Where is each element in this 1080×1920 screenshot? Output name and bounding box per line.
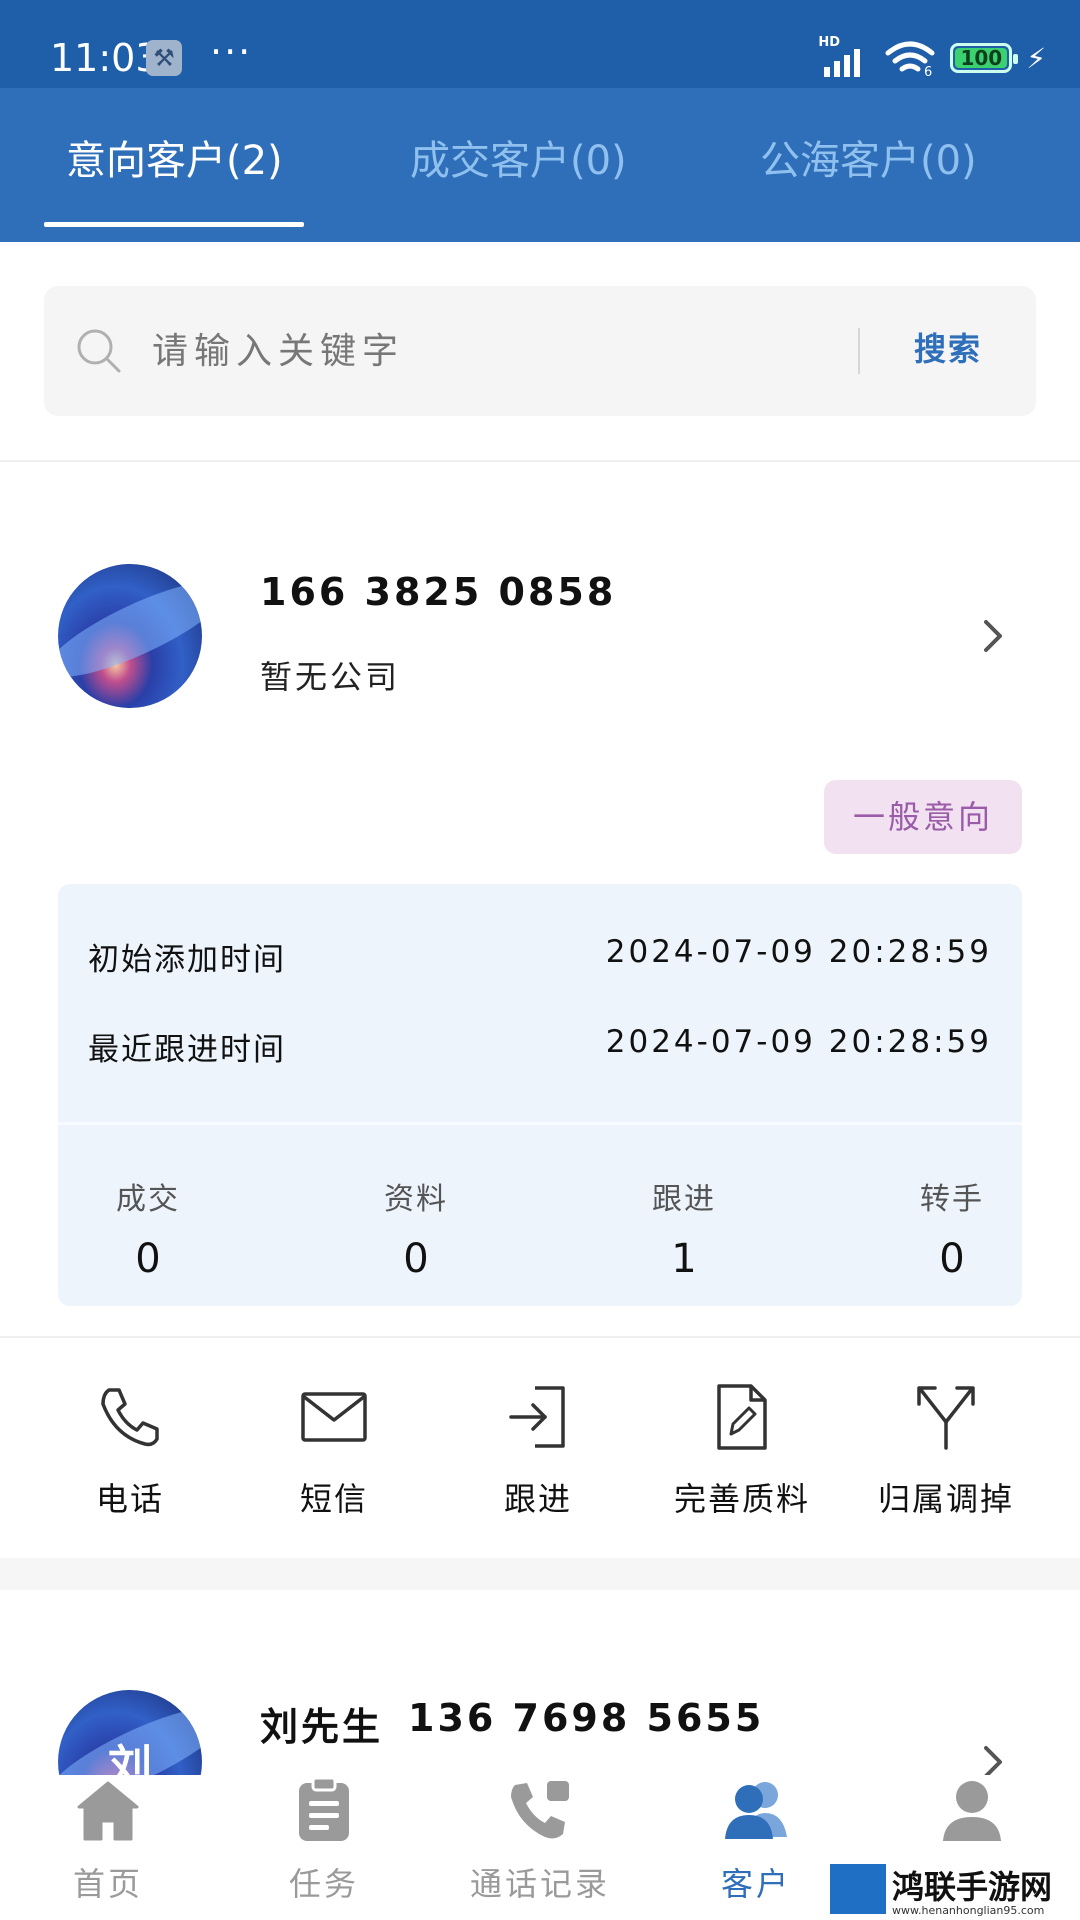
nav-profile[interactable] [872, 1775, 1072, 1859]
avatar [58, 564, 202, 708]
search-input[interactable] [152, 320, 852, 382]
stat-deal: 成交 0 [58, 1174, 238, 1282]
envelope-icon [301, 1392, 367, 1442]
tab-public-customers[interactable]: 公海客户(0) [760, 128, 977, 186]
nav-customers[interactable]: 客户 [656, 1775, 856, 1905]
battery-icon: 100 [950, 43, 1019, 73]
nav-call-log[interactable]: 通话记录 [440, 1775, 640, 1905]
stat-label: 转手 [920, 1182, 984, 1217]
call-button[interactable]: 电话 [30, 1382, 230, 1520]
watermark: 鸿联手游网 www.henanhonglian95.com [830, 1862, 1080, 1920]
status-icons: HD 6 100 ⚡ [818, 35, 1046, 78]
info-value: 2024-07-09 20:28:59 [605, 1024, 992, 1060]
split-arrows-icon [917, 1386, 975, 1450]
search-divider [858, 328, 860, 374]
search-button[interactable]: 搜索 [914, 324, 982, 370]
battery-level: 100 [960, 46, 1003, 70]
search-icon [77, 329, 121, 373]
customer-phone: 136 7698 5655 [408, 1696, 765, 1740]
stat-value: 1 [671, 1236, 697, 1282]
stat-label: 资料 [384, 1182, 448, 1217]
status-bar: 11:03 ⚒ ··· HD 6 100 ⚡ [0, 0, 1080, 88]
intent-level-badge: 一般意向 [824, 780, 1022, 854]
divider [58, 1122, 1022, 1125]
nav-home-label: 首页 [72, 1865, 143, 1903]
nav-tasks-label: 任务 [288, 1865, 359, 1903]
customer-phone: 166 3825 0858 [260, 570, 617, 614]
charging-icon: ⚡ [1026, 41, 1046, 75]
customer-name: 刘先生 [260, 1705, 384, 1749]
search-bar: 搜索 [44, 286, 1036, 416]
reassign-button[interactable]: 归属调掉 [846, 1382, 1046, 1520]
status-time: 11:03 [50, 36, 160, 80]
divider [0, 460, 1080, 462]
header: 11:03 ⚒ ··· HD 6 100 ⚡ 意向客户(2) 成交客户(0) 公… [0, 0, 1080, 242]
customer-tabs: 意向客户(2) 成交客户(0) 公海客户(0) [0, 88, 1080, 242]
stat-label: 成交 [116, 1182, 180, 1217]
active-tab-indicator [44, 222, 304, 227]
tab-deal-customers[interactable]: 成交客户(0) [410, 128, 627, 186]
watermark-url: www.henanhonglian95.com [892, 1904, 1045, 1917]
more-notifications-icon: ··· [210, 30, 253, 74]
nav-call-log-label: 通话记录 [469, 1865, 610, 1903]
customers-icon [725, 1782, 787, 1839]
wifi-badge: 6 [924, 65, 932, 77]
action-bar: 电话 短信 跟进 完善质料 归属调掉 [0, 1340, 1080, 1558]
follow-up-label: 跟进 [503, 1480, 572, 1518]
reassign-label: 归属调掉 [877, 1480, 1014, 1518]
profile-icon [943, 1781, 1001, 1841]
card-separator [0, 1558, 1080, 1590]
complete-info-label: 完善质料 [673, 1480, 810, 1518]
clipboard-icon [299, 1776, 349, 1841]
edit-document-icon [717, 1384, 767, 1450]
info-value: 2024-07-09 20:28:59 [605, 934, 992, 970]
follow-up-button[interactable]: 跟进 [438, 1382, 638, 1520]
stat-value: 0 [135, 1236, 161, 1282]
nav-tasks[interactable]: 任务 [224, 1775, 424, 1905]
chevron-right-icon[interactable] [978, 616, 1008, 656]
sms-button[interactable]: 短信 [234, 1382, 434, 1520]
watermark-title: 鸿联手游网 [892, 1868, 1053, 1906]
customer-info-box: 初始添加时间 2024-07-09 20:28:59 最近跟进时间 2024-0… [58, 884, 1022, 1306]
network-label: HD [818, 35, 840, 50]
stat-transfer: 转手 0 [862, 1174, 1042, 1282]
wifi-icon: 6 [885, 41, 935, 77]
follow-up-icon [509, 1386, 565, 1448]
stat-materials: 资料 0 [326, 1174, 506, 1282]
info-label: 最近跟进时间 [88, 1032, 286, 1068]
watermark-logo [830, 1864, 886, 1914]
stat-follow-up: 跟进 1 [594, 1174, 774, 1282]
home-icon [77, 1781, 139, 1841]
signal-icon: HD [818, 35, 870, 77]
nav-home[interactable]: 首页 [8, 1775, 208, 1905]
stat-label: 跟进 [652, 1182, 716, 1217]
stat-value: 0 [403, 1236, 429, 1282]
customer-company: 暂无公司 [260, 658, 401, 696]
info-label: 初始添加时间 [88, 942, 286, 978]
sms-label: 短信 [299, 1480, 368, 1518]
call-log-icon [511, 1781, 569, 1839]
stat-value: 0 [939, 1236, 965, 1282]
tab-intent-customers[interactable]: 意向客户(2) [66, 128, 283, 186]
nav-customers-label: 客户 [720, 1865, 791, 1903]
divider [0, 1336, 1080, 1338]
call-label: 电话 [95, 1480, 164, 1518]
complete-info-button[interactable]: 完善质料 [642, 1382, 842, 1520]
wrench-icon: ⚒ [146, 40, 182, 76]
phone-icon [101, 1388, 159, 1447]
